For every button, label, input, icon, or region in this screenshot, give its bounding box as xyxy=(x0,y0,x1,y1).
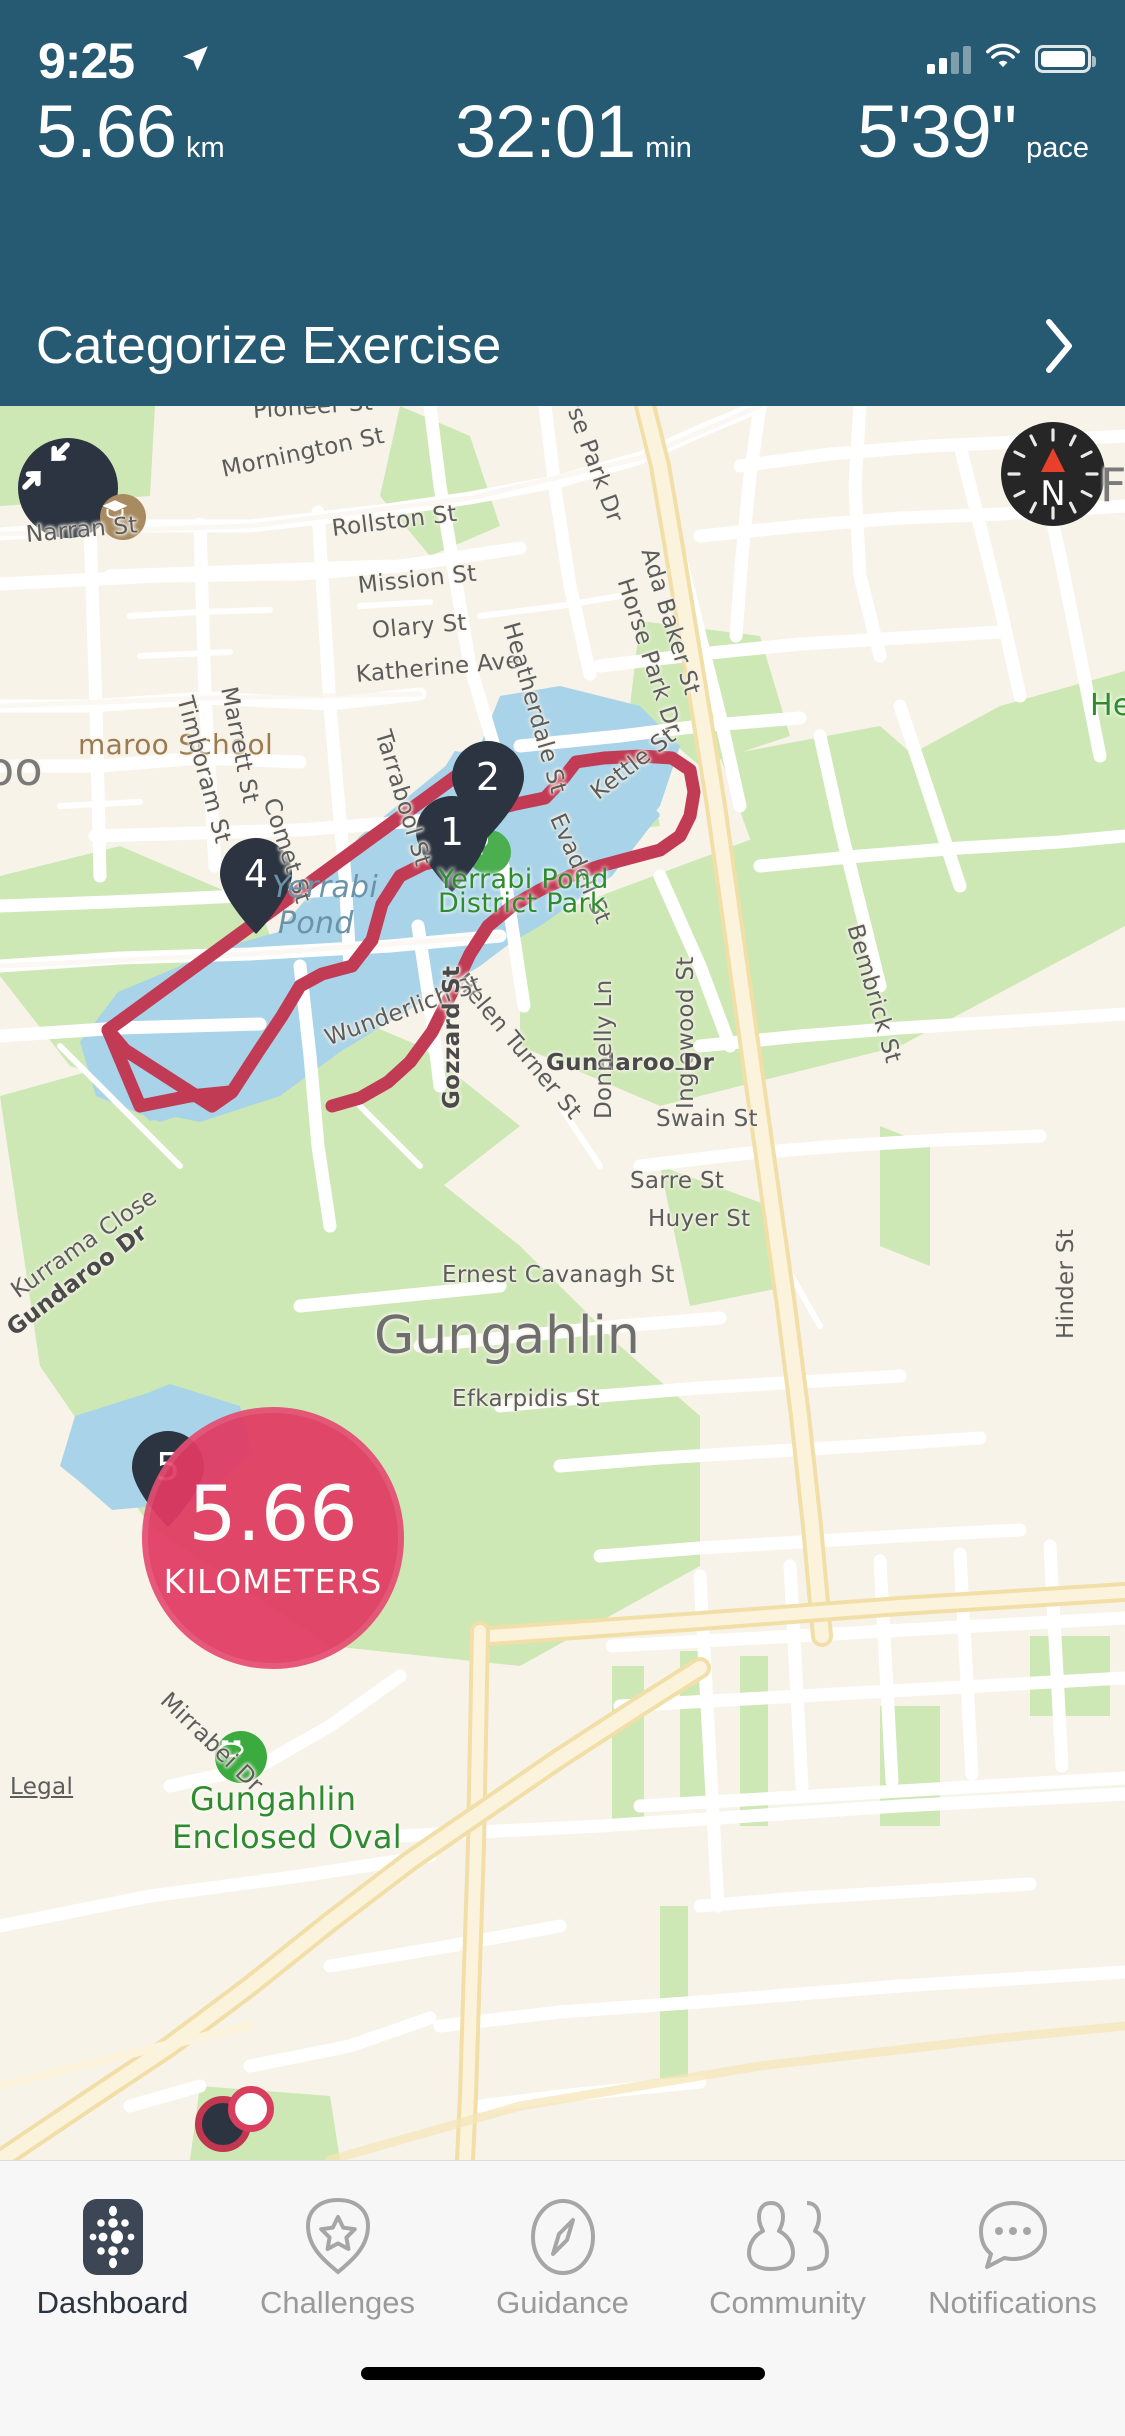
distance-bubble-value: 5.66 xyxy=(188,1468,358,1558)
app-root: 9:25 5.66 km 32:01 min 5'39" pace Catego… xyxy=(0,0,1125,2436)
oval-poi-marker[interactable] xyxy=(215,1731,267,1783)
location-arrow-icon xyxy=(178,42,212,76)
route-start-dot xyxy=(228,2086,274,2132)
categorize-exercise-label: Categorize Exercise xyxy=(36,317,502,375)
compass-button[interactable]: N xyxy=(1001,422,1105,526)
tab-challenges-label: Challenges xyxy=(259,2285,416,2320)
people-icon xyxy=(745,2189,831,2285)
tab-dashboard-label: Dashboard xyxy=(36,2285,189,2320)
cellular-signal-icon xyxy=(927,44,971,74)
metric-distance-unit: km xyxy=(186,132,225,164)
star-shield-icon xyxy=(304,2189,372,2285)
status-bar-time: 9:25 xyxy=(38,33,135,89)
school-poi-marker[interactable] xyxy=(100,494,146,540)
tab-community-label: Community xyxy=(709,2285,866,2320)
compass-needle-icon xyxy=(529,2189,597,2285)
tab-guidance[interactable]: Guidance xyxy=(450,2189,675,2359)
tab-notifications-label: Notifications xyxy=(928,2285,1097,2320)
metric-distance: 5.66 km xyxy=(36,95,225,169)
tab-challenges[interactable]: Challenges xyxy=(225,2189,450,2359)
route-marker-4-label: 4 xyxy=(243,852,269,896)
tab-dashboard[interactable]: Dashboard xyxy=(0,2189,225,2359)
route-map[interactable]: N 1 2 4 5.66 KILOMETERS maroo School Pio… xyxy=(0,406,1125,2160)
metric-pace-value: 5'39" xyxy=(857,90,1017,173)
route-marker-2[interactable]: 2 xyxy=(452,741,524,837)
categorize-exercise-row[interactable]: Categorize Exercise xyxy=(0,317,1125,420)
tab-guidance-label: Guidance xyxy=(496,2285,629,2320)
bottom-tab-bar: Dashboard Challenges Guidance Community … xyxy=(0,2160,1125,2436)
battery-icon xyxy=(1035,45,1096,73)
status-bar-indicators xyxy=(927,38,1096,80)
map-canvas xyxy=(0,406,1125,2160)
metric-duration-value: 32:01 xyxy=(455,90,636,173)
tab-notifications[interactable]: Notifications xyxy=(900,2189,1125,2359)
chevron-right-icon xyxy=(1045,318,1073,374)
route-marker-4[interactable]: 4 xyxy=(220,838,292,934)
metric-duration: 32:01 min xyxy=(455,95,692,169)
wifi-icon xyxy=(984,42,1022,77)
metric-pace-unit: pace xyxy=(1026,132,1089,164)
workout-metrics: 5.66 km 32:01 min 5'39" pace xyxy=(0,95,1125,205)
status-bar: 9:25 xyxy=(0,20,1125,90)
metric-distance-value: 5.66 xyxy=(36,90,177,173)
chat-bubble-icon xyxy=(977,2189,1049,2285)
metric-duration-unit: min xyxy=(645,132,692,164)
distance-bubble[interactable]: 5.66 KILOMETERS xyxy=(142,1407,404,1669)
distance-bubble-unit: KILOMETERS xyxy=(163,1561,383,1601)
home-indicator xyxy=(360,2367,765,2380)
tab-community[interactable]: Community xyxy=(675,2189,900,2359)
dashboard-dots-icon xyxy=(82,2189,143,2285)
route-marker-2-label: 2 xyxy=(475,755,501,799)
compass-north-label: N xyxy=(1040,474,1066,514)
metric-pace: 5'39" pace xyxy=(857,95,1089,169)
